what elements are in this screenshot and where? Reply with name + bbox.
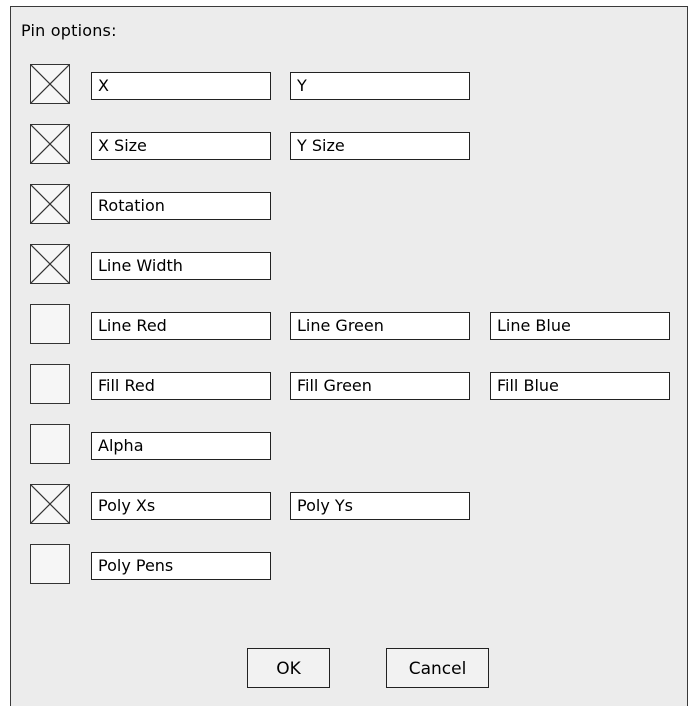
checkbox-poly[interactable] (30, 484, 70, 524)
dialog-title: Pin options: (21, 21, 117, 40)
field-fill-green[interactable]: Fill Green (290, 372, 470, 400)
checkbox-x-mark-icon (31, 185, 69, 223)
field-line-green[interactable]: Line Green (290, 312, 470, 340)
field-y[interactable]: Y (290, 72, 470, 100)
option-row-poly: Poly Xs Poly Ys (11, 484, 687, 528)
option-row-line-width: Line Width (11, 244, 687, 288)
checkbox-x-mark-icon (31, 65, 69, 103)
option-row-poly-pens: Poly Pens (11, 544, 687, 588)
ok-button[interactable]: OK (247, 648, 330, 688)
checkbox-line-width[interactable] (30, 244, 70, 284)
field-line-blue[interactable]: Line Blue (490, 312, 670, 340)
pin-options-dialog: Pin options: X Y X Size Y Size Rotation … (10, 6, 688, 706)
field-alpha[interactable]: Alpha (91, 432, 271, 460)
field-line-red[interactable]: Line Red (91, 312, 271, 340)
checkbox-poly-pens[interactable] (30, 544, 70, 584)
option-row-alpha: Alpha (11, 424, 687, 468)
checkbox-x-y[interactable] (30, 64, 70, 104)
checkbox-size[interactable] (30, 124, 70, 164)
field-poly-pens[interactable]: Poly Pens (91, 552, 271, 580)
field-y-size[interactable]: Y Size (290, 132, 470, 160)
option-row-line-color: Line Red Line Green Line Blue (11, 304, 687, 348)
field-line-width[interactable]: Line Width (91, 252, 271, 280)
checkbox-fill-color[interactable] (30, 364, 70, 404)
checkbox-rotation[interactable] (30, 184, 70, 224)
checkbox-x-mark-icon (31, 485, 69, 523)
checkbox-x-mark-icon (31, 245, 69, 283)
field-fill-red[interactable]: Fill Red (91, 372, 271, 400)
field-x[interactable]: X (91, 72, 271, 100)
field-poly-ys[interactable]: Poly Ys (290, 492, 470, 520)
cancel-button[interactable]: Cancel (386, 648, 489, 688)
field-x-size[interactable]: X Size (91, 132, 271, 160)
option-row-size: X Size Y Size (11, 124, 687, 168)
field-poly-xs[interactable]: Poly Xs (91, 492, 271, 520)
checkbox-line-color[interactable] (30, 304, 70, 344)
option-row-rotation: Rotation (11, 184, 687, 228)
checkbox-alpha[interactable] (30, 424, 70, 464)
field-fill-blue[interactable]: Fill Blue (490, 372, 670, 400)
checkbox-x-mark-icon (31, 125, 69, 163)
field-rotation[interactable]: Rotation (91, 192, 271, 220)
option-row-fill-color: Fill Red Fill Green Fill Blue (11, 364, 687, 408)
option-row-x-y: X Y (11, 64, 687, 108)
